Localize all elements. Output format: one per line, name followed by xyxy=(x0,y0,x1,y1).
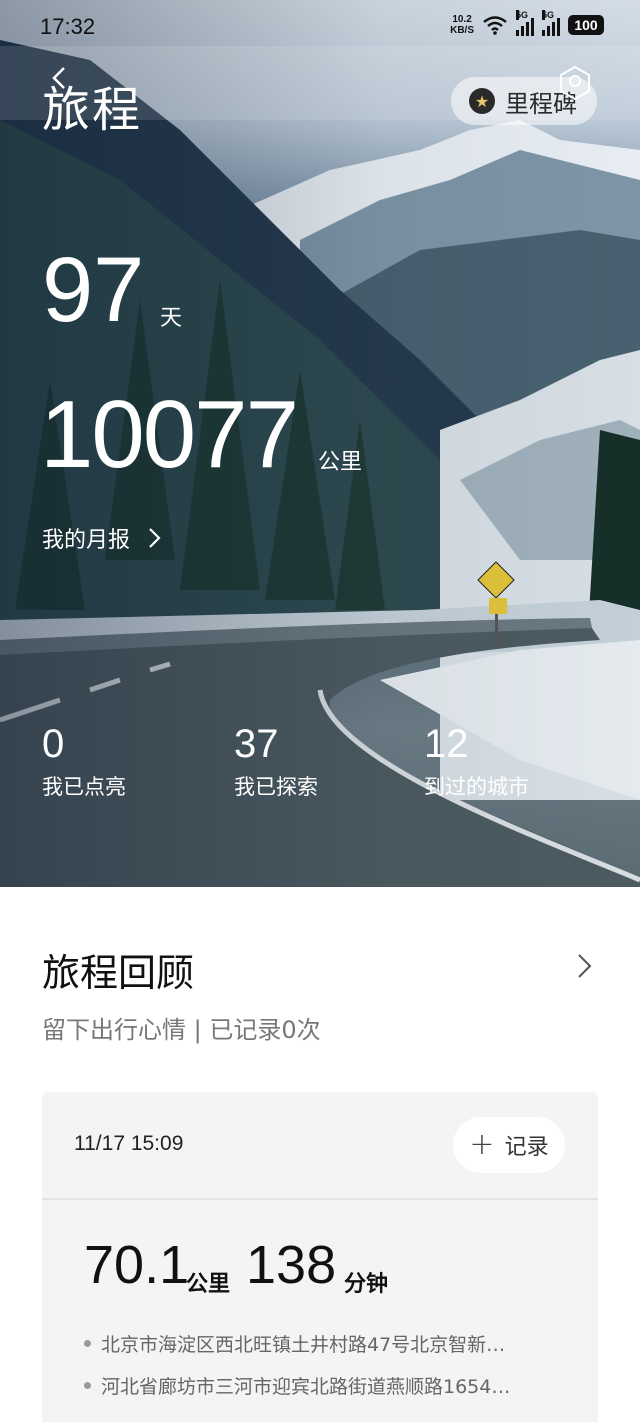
days-value: 97 xyxy=(42,239,145,341)
trip-duration-unit: 分钟 xyxy=(344,1272,389,1297)
stat-lit-value: 0 xyxy=(42,722,65,766)
stat-lit[interactable]: 0 我已点亮 xyxy=(42,722,126,801)
stat-cities[interactable]: 12 到过的城市 xyxy=(424,722,529,801)
end-dot-icon xyxy=(84,1382,91,1389)
trip-end-address: 河北省廊坊市三河市迎宾北路街道燕顺路1654… xyxy=(84,1372,510,1399)
page-title: 旅程 xyxy=(42,82,143,138)
network-speed: 10.2 KB/S xyxy=(450,14,474,36)
trip-distance-unit: 公里 xyxy=(186,1272,231,1297)
star-icon: ★ xyxy=(469,88,495,114)
review-title[interactable]: 旅程回顾 xyxy=(42,942,194,997)
chevron-right-icon[interactable] xyxy=(576,952,594,980)
stat-explored-label: 我已探索 xyxy=(234,775,318,799)
status-icons: 10.2 KB/S 5G 5G 100 xyxy=(450,10,604,36)
status-bar: 17:32 10.2 KB/S 5G 5G 100 xyxy=(0,0,640,56)
share-icon[interactable] xyxy=(555,63,595,103)
monthly-report-link[interactable]: 我的月报 xyxy=(42,522,162,554)
signal-strength-1: 5G xyxy=(516,10,534,36)
start-address-text: 北京市海淀区西北旺镇土井村路47号北京智新… xyxy=(101,1334,506,1356)
distance-unit: 公里 xyxy=(318,450,363,475)
chevron-right-icon xyxy=(149,528,161,548)
plus-icon: + xyxy=(469,1127,495,1162)
trip-duration-value: 138 xyxy=(246,1235,337,1295)
start-dot-icon xyxy=(84,1340,91,1347)
trip-start-address: 北京市海淀区西北旺镇土井村路47号北京智新… xyxy=(84,1330,505,1357)
status-time: 17:32 xyxy=(40,14,96,39)
trip-distance-value: 70.1 xyxy=(84,1235,190,1295)
wifi-icon xyxy=(483,16,507,35)
signal-1-label: 5G xyxy=(516,10,529,20)
signal-strength-2: 5G xyxy=(542,10,560,36)
network-speed-value: 10.2 xyxy=(452,14,472,25)
days-unit: 天 xyxy=(160,306,183,331)
battery-indicator: 100 xyxy=(568,15,604,35)
signal-2-label: 5G xyxy=(542,10,555,20)
monthly-report-label: 我的月报 xyxy=(42,528,131,553)
record-button[interactable]: + 记录 xyxy=(453,1117,565,1173)
stat-explored-value: 37 xyxy=(234,722,279,766)
end-address-text: 河北省廊坊市三河市迎宾北路街道燕顺路1654… xyxy=(101,1376,511,1398)
stat-lit-label: 我已点亮 xyxy=(42,775,126,799)
stat-cities-label: 到过的城市 xyxy=(424,775,529,799)
card-divider xyxy=(42,1198,598,1200)
review-subtitle: 留下出行心情 | 已记录0次 xyxy=(42,1016,321,1044)
trip-time: 11/17 15:09 xyxy=(74,1132,184,1155)
stat-explored[interactable]: 37 我已探索 xyxy=(234,722,318,801)
stat-cities-value: 12 xyxy=(424,722,469,766)
network-speed-unit: KB/S xyxy=(450,25,474,36)
record-label: 记录 xyxy=(504,1135,549,1160)
distance-value: 10077 xyxy=(40,381,299,488)
